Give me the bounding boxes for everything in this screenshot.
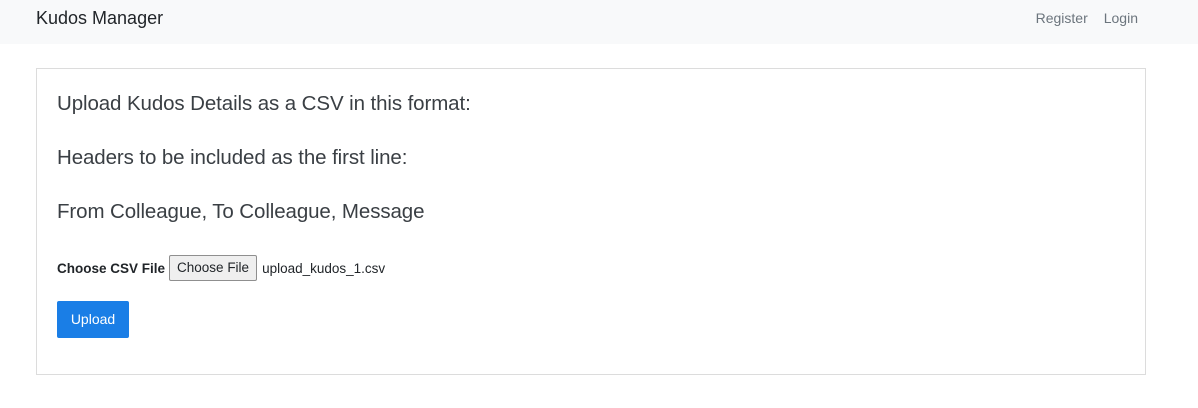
navbar-brand[interactable]: Kudos Manager (36, 7, 163, 29)
csv-headers-text: From Colleague, To Colleague, Message (57, 200, 425, 223)
file-input-row: Choose CSV File Choose File upload_kudos… (57, 255, 385, 281)
upload-card: Upload Kudos Details as a CSV in this fo… (36, 68, 1146, 375)
instruction-format-text: Upload Kudos Details as a CSV in this fo… (57, 92, 471, 115)
login-link[interactable]: Login (1104, 9, 1138, 27)
selected-file-name: upload_kudos_1.csv (262, 260, 386, 276)
navbar-links: Register Login (1036, 9, 1138, 27)
upload-button[interactable]: Upload (57, 301, 129, 338)
instruction-headers-text: Headers to be included as the first line… (57, 146, 408, 169)
top-navbar: Kudos Manager Register Login (0, 0, 1198, 44)
choose-file-button[interactable]: Choose File (169, 255, 258, 281)
register-link[interactable]: Register (1036, 9, 1088, 27)
file-input-label: Choose CSV File (57, 260, 166, 276)
